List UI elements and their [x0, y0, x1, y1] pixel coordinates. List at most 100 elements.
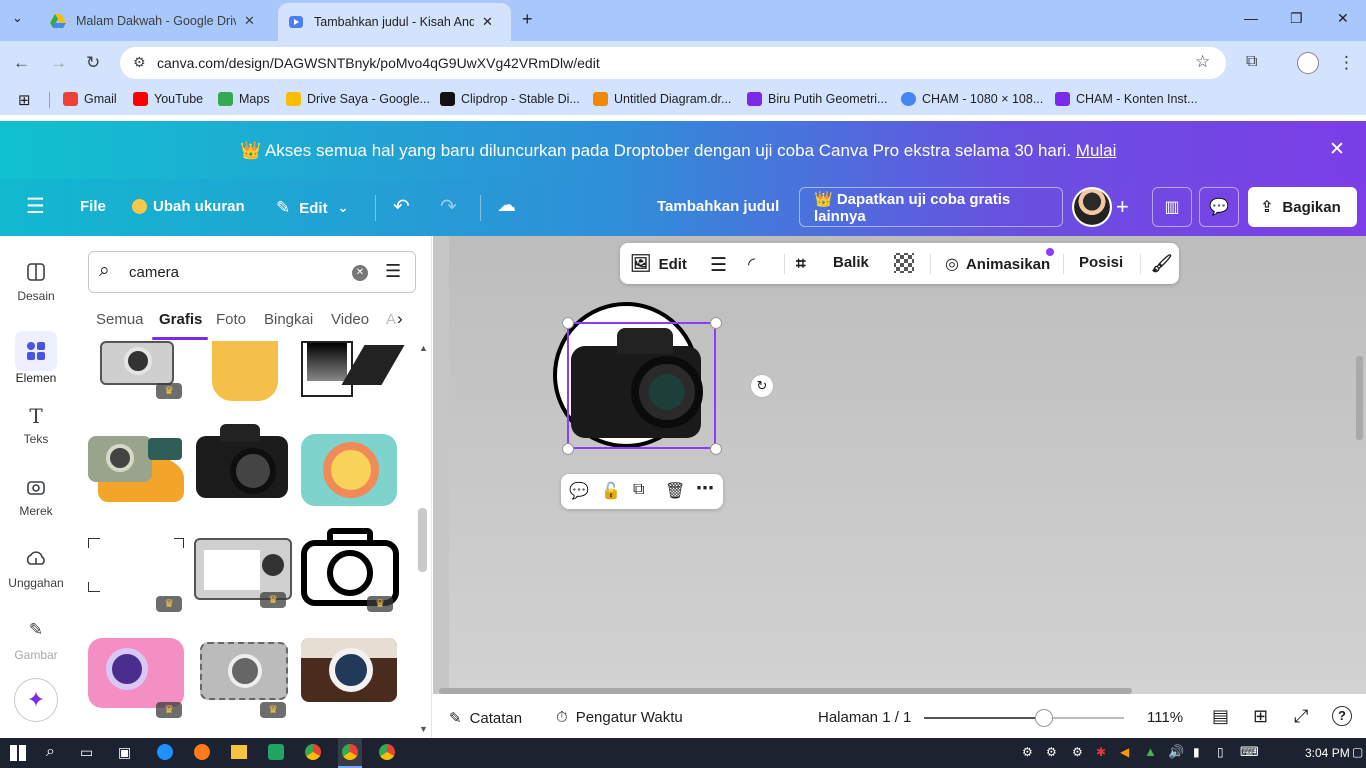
zoom-slider-thumb[interactable]: [1035, 709, 1053, 727]
address-bar[interactable]: ⚙ canva.com/design/DAGWSNTBnyk/poMvo4qG9…: [120, 47, 1226, 79]
resize-handle[interactable]: [710, 317, 722, 329]
graphic-thumbnail[interactable]: ♛: [88, 536, 184, 626]
lock-icon[interactable]: 🔓: [601, 481, 621, 501]
bookmark-cham-1080[interactable]: CHAM - 1080 × 108...: [901, 92, 1043, 106]
graphic-thumbnail[interactable]: ♛: [88, 634, 184, 724]
scroll-down-arrow[interactable]: ▼: [419, 724, 428, 734]
restore-icon[interactable]: ❐: [1290, 10, 1303, 27]
design-page[interactable]: [449, 236, 1366, 694]
bookmark-youtube[interactable]: YouTube: [133, 92, 203, 106]
forward-icon[interactable]: →: [50, 53, 67, 73]
cloud-save-icon[interactable]: ☁: [497, 194, 516, 217]
search-icon[interactable]: ⌕: [46, 743, 55, 761]
battery-icon[interactable]: ▯: [1217, 745, 1224, 759]
insights-button[interactable]: ▥: [1152, 187, 1192, 227]
main-menu-icon[interactable]: ☰: [26, 194, 45, 219]
file-menu[interactable]: File: [80, 198, 106, 215]
tab-audio[interactable]: A: [386, 311, 396, 328]
comment-add-icon[interactable]: 💬: [569, 481, 589, 501]
duplicate-icon[interactable]: ⧉: [633, 481, 644, 499]
rotate-icon[interactable]: ↻: [750, 374, 774, 398]
redo-icon[interactable]: ↷: [440, 194, 457, 219]
reload-icon[interactable]: ↻: [86, 53, 100, 73]
get-free-trial-button[interactable]: 👑 Dapatkan uji coba gratis lainnya: [799, 187, 1063, 227]
language-icon[interactable]: ⌨: [1240, 744, 1259, 760]
clear-search-icon[interactable]: ✕: [352, 265, 368, 281]
banner-start-link[interactable]: Mulai: [1076, 141, 1117, 160]
filter-icon[interactable]: ☰: [385, 261, 401, 282]
scroll-up-arrow[interactable]: ▲: [419, 343, 428, 353]
window-close-icon[interactable]: ✕: [1337, 10, 1349, 27]
page-indicator[interactable]: Halaman 1 / 1: [818, 709, 911, 726]
bookmark-biru-putih[interactable]: Biru Putih Geometri...: [747, 92, 888, 106]
rail-item-uploads[interactable]: Unggahan: [0, 548, 72, 590]
rail-item-draw[interactable]: ✎ Gambar: [0, 620, 72, 662]
notification-icon[interactable]: ▢: [1352, 745, 1363, 759]
rail-item-text[interactable]: T Teks: [0, 404, 72, 446]
more-icon[interactable]: ⋯: [696, 478, 714, 499]
comments-button[interactable]: 💬: [1199, 187, 1239, 227]
graphic-thumbnail[interactable]: [301, 341, 405, 401]
flip-button[interactable]: Balik: [833, 254, 869, 271]
copy-style-icon[interactable]: 🖌: [1151, 254, 1173, 274]
rail-item-elements[interactable]: Elemen: [0, 331, 72, 385]
chevron-right-icon[interactable]: ›: [397, 309, 403, 329]
magic-button[interactable]: ✦: [14, 678, 58, 722]
minimize-icon[interactable]: —: [1244, 10, 1258, 26]
edit-image-button[interactable]: 🖼 Edit: [630, 254, 687, 274]
grid-view-icon[interactable]: ▤: [1212, 706, 1229, 727]
tray-icon[interactable]: ⚙: [1072, 745, 1083, 759]
resize-handle[interactable]: [562, 317, 574, 329]
crop-icon[interactable]: ⌗: [796, 254, 806, 274]
search-input[interactable]: camera: [129, 264, 179, 281]
tab-search-icon[interactable]: ⌄: [12, 10, 23, 26]
vertical-scrollbar[interactable]: [1356, 356, 1363, 440]
help-icon[interactable]: ?: [1332, 706, 1352, 726]
firefox-icon[interactable]: [194, 744, 210, 760]
tray-icon[interactable]: ▲: [1144, 744, 1157, 759]
resize-button[interactable]: Ubah ukuran: [132, 198, 245, 215]
volume-icon[interactable]: 🔊: [1168, 744, 1184, 760]
tray-icon[interactable]: ⚙: [1022, 745, 1033, 759]
extensions-icon[interactable]: ⧉: [1246, 53, 1257, 71]
bookmark-cham-konten[interactable]: CHAM - Konten Inst...: [1055, 92, 1198, 106]
timer-button[interactable]: ⏱ Pengatur Waktu: [556, 709, 683, 726]
network-icon[interactable]: ▮: [1193, 745, 1200, 759]
bookmark-drawio[interactable]: Untitled Diagram.dr...: [593, 92, 731, 106]
transparency-icon[interactable]: [894, 253, 914, 273]
rail-item-brand[interactable]: Merek: [0, 476, 72, 518]
windows-start-icon[interactable]: [10, 745, 26, 761]
browser-tab-drive[interactable]: Malam Dakwah - Google Drive ✕: [40, 6, 265, 36]
graphic-thumbnail[interactable]: ♛: [301, 526, 399, 616]
tray-icon[interactable]: ◀: [1120, 745, 1129, 759]
site-settings-icon[interactable]: ⚙: [133, 54, 146, 71]
trash-icon[interactable]: 🗑: [665, 481, 685, 501]
profile-avatar[interactable]: [1297, 52, 1319, 74]
notes-button[interactable]: ✎ Catatan: [449, 709, 522, 728]
search-box[interactable]: ⌕ camera ✕ ☰: [88, 251, 416, 293]
resize-handle[interactable]: [562, 443, 574, 455]
close-icon[interactable]: ✕: [482, 14, 493, 30]
corner-rounding-icon[interactable]: ◜: [748, 254, 755, 275]
graphic-thumbnail[interactable]: [88, 416, 184, 506]
share-button[interactable]: ⇪ Bagikan: [1248, 187, 1357, 227]
edge-icon[interactable]: [157, 744, 173, 760]
banner-close-icon[interactable]: ✕: [1329, 138, 1345, 161]
tray-icon[interactable]: ⚙: [1046, 745, 1057, 759]
animate-button[interactable]: ◎ Animasikan: [945, 254, 1050, 274]
task-view-icon[interactable]: ▭: [80, 744, 93, 761]
sheets-icon[interactable]: [268, 744, 284, 760]
border-style-icon[interactable]: ☰: [710, 254, 727, 277]
graphic-thumbnail[interactable]: [202, 341, 298, 401]
resize-handle[interactable]: [710, 443, 722, 455]
edit-menu[interactable]: ✎ Edit ⌄: [276, 198, 349, 218]
new-tab-button[interactable]: +: [522, 9, 533, 30]
rail-item-design[interactable]: Desain: [0, 261, 72, 303]
graphic-thumbnail[interactable]: [301, 638, 397, 728]
back-icon[interactable]: ←: [13, 53, 30, 73]
add-collaborator-button[interactable]: +: [1116, 194, 1129, 220]
bookmark-drive[interactable]: Drive Saya - Google...: [286, 92, 430, 106]
file-explorer-icon[interactable]: [231, 745, 247, 759]
graphic-thumbnail[interactable]: ♛: [194, 636, 290, 726]
chrome-icon[interactable]: [379, 744, 395, 760]
